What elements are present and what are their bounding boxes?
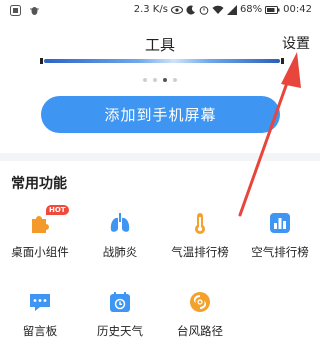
message-board-icon [30, 294, 50, 311]
tool-label: 桌面小组件 [11, 245, 69, 259]
page-dot [173, 78, 177, 82]
tool-fight-pneumonia[interactable]: 战肺炎 [80, 211, 160, 267]
app-notification-icon [10, 5, 21, 16]
tool-label: 战肺炎 [102, 245, 138, 259]
alarm-icon [199, 5, 209, 15]
preview-handle-left [40, 58, 43, 64]
page-dot [153, 78, 157, 82]
tool-message-board[interactable]: 留言板 [0, 290, 80, 341]
section-divider [0, 153, 320, 161]
battery-level: 68% [239, 4, 263, 15]
tool-label: 气温排行榜 [171, 245, 229, 259]
status-notifications [10, 5, 40, 16]
battery-icon [265, 5, 280, 14]
tool-temperature-ranking[interactable]: 气温排行榜 [160, 211, 240, 267]
clock: 00:42 [283, 4, 312, 15]
page-dot [163, 78, 167, 82]
status-indicators: 2.3 K/s 68% 00:42 [134, 4, 312, 15]
page-title: 工具 [144, 36, 175, 54]
calendar-icon [110, 292, 130, 312]
tool-air-quality-ranking[interactable]: 空气排行榜 [240, 211, 320, 267]
signal-icon [226, 4, 237, 15]
wifi-icon [212, 5, 224, 14]
annotation-arrow-shaft [238, 64, 295, 217]
tool-desktop-widget[interactable]: HOT 桌面小组件 [0, 205, 80, 267]
tool-weather-history[interactable]: 历史天气 [80, 290, 160, 341]
tool-label: 空气排行榜 [251, 245, 309, 259]
bug-notification-icon [30, 7, 39, 15]
section-title: 常用功能 [11, 176, 67, 192]
tool-typhoon-path[interactable]: 台风路径 [160, 290, 240, 341]
page-dot [143, 78, 147, 82]
network-speed: 2.3 K/s [133, 4, 168, 15]
tool-label: 留言板 [22, 324, 58, 338]
do-not-disturb-moon-icon [186, 5, 195, 15]
widget-preview-bar [44, 59, 280, 63]
page-indicator [0, 78, 320, 82]
air-quality-chart-icon [270, 213, 290, 233]
add-to-home-screen-button[interactable]: 添加到手机屏幕 [41, 96, 280, 133]
thermometer-icon [195, 213, 205, 234]
widget-preview[interactable] [40, 58, 284, 64]
header: 工具 设置 [0, 22, 320, 62]
tool-label: 历史天气 [97, 324, 143, 338]
lungs-icon [110, 213, 130, 232]
preview-handle-right [281, 58, 284, 64]
hot-badge: HOT [46, 205, 69, 215]
settings-button[interactable]: 设置 [282, 33, 310, 53]
status-bar: 2.3 K/s 68% 00:42 [0, 0, 320, 22]
eye-comfort-icon [170, 5, 183, 14]
typhoon-icon [190, 292, 210, 312]
tool-label: 台风路径 [177, 324, 223, 338]
